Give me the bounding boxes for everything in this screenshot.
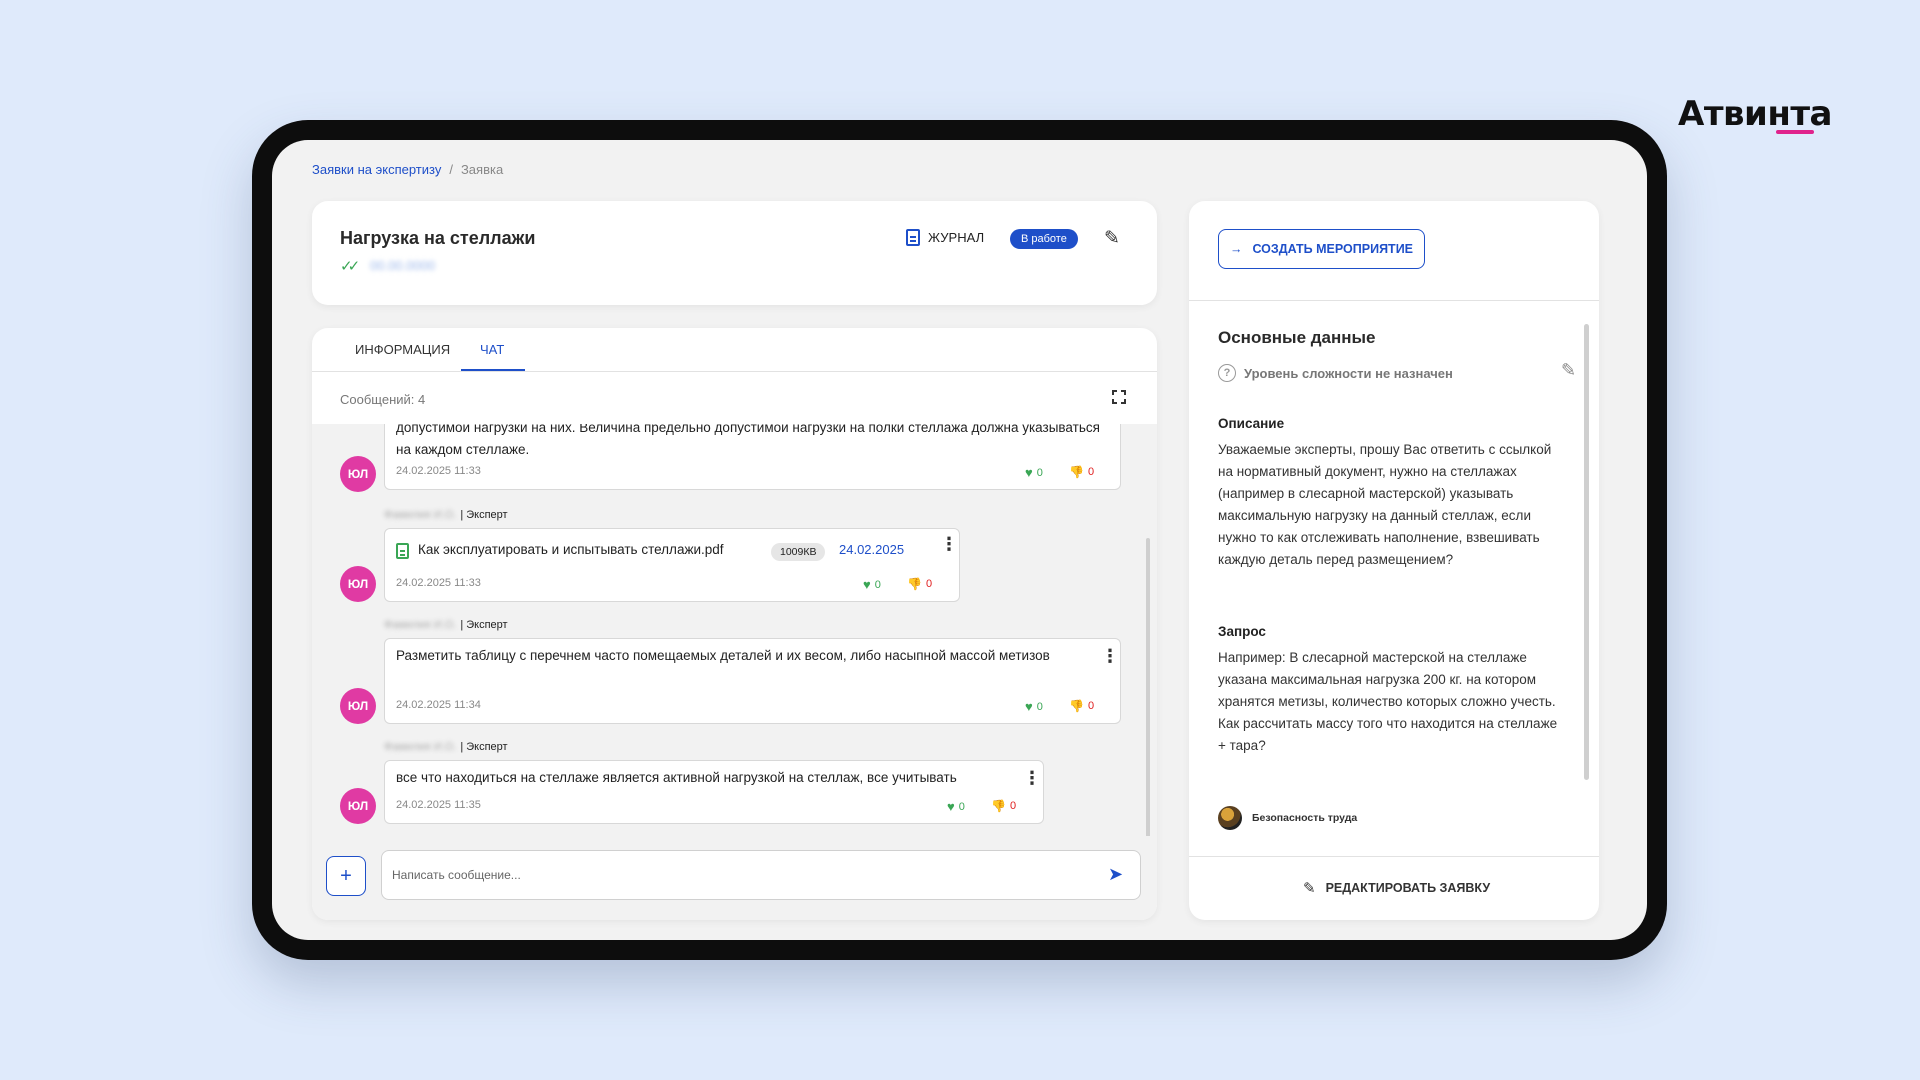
category-tag: Безопасность труда [1218,806,1357,830]
dislike-button[interactable]: 👎 0 [1069,699,1094,713]
file-size-badge: 1009КВ [771,543,826,561]
message-author: Фамилия И.О. | Эксперт [384,741,508,753]
message-text: допустимой нагрузки на них. Величина пре… [396,424,1100,457]
file-attachment-link[interactable]: Как эксплуатировать и испытывать стеллаж… [418,542,724,557]
more-vertical-icon[interactable]: ⋮ [1101,647,1119,665]
section-title: Основные данные [1218,328,1376,347]
plus-icon: + [340,864,352,887]
side-scrollbar[interactable] [1584,324,1589,780]
message-input[interactable] [381,850,1141,900]
pdf-file-icon [396,543,409,559]
dislike-button[interactable]: 👎 0 [1069,465,1094,479]
details-side-card: → СОЗДАТЬ МЕРОПРИЯТИЕ Основные данные ? … [1189,201,1599,920]
message-time: 24.02.2025 11:33 [396,577,481,589]
tab-active-indicator [461,369,525,371]
breadcrumb-separator: / [449,162,453,177]
more-vertical-icon[interactable]: ⋮ [940,535,958,553]
message-text: Разметить таблицу с перечнем часто помещ… [396,648,1050,663]
description-label: Описание [1218,416,1285,431]
journal-doc-icon [906,229,920,246]
edit-request-label: РЕДАКТИРОВАТЬ ЗАЯВКУ [1325,881,1491,895]
brand-logo: Атвинта [1678,94,1833,134]
tab-chat[interactable]: ЧАТ [480,342,504,357]
journal-label: ЖУРНАЛ [928,230,985,245]
create-event-label: СОЗДАТЬ МЕРОПРИЯТИЕ [1252,242,1414,256]
complexity-level: ? Уровень сложности не назначен [1218,364,1453,382]
question-circle-icon: ? [1218,364,1236,382]
message-time: 24.02.2025 11:33 [396,465,481,477]
message-time: 24.02.2025 11:35 [396,799,481,811]
attach-button[interactable]: + [326,856,366,896]
message-bubble: Как эксплуатировать и испытывать стеллаж… [384,528,960,602]
avatar: ЮЛ [340,688,376,724]
pencil-icon[interactable]: ✎ [1104,227,1120,250]
journal-button[interactable]: ЖУРНАЛ [906,229,984,246]
message-bubble: Разметить таблицу с перечнем часто помещ… [384,638,1121,724]
edit-request-button[interactable]: ✎ РЕДАКТИРОВАТЬ ЗАЯВКУ [1303,879,1490,897]
pencil-icon: ✎ [1303,880,1316,897]
message-composer: + ➤ [312,836,1157,920]
request-header-card: Нагрузка на стеллажи ✓✓ 00.00.0000 ЖУРНА… [312,201,1157,305]
message-bubble: допустимой нагрузки на них. Величина пре… [384,424,1121,490]
tab-bar: ИНФОРМАЦИЯ ЧАТ [312,328,1157,372]
create-event-button[interactable]: → СОЗДАТЬ МЕРОПРИЯТИЕ [1218,229,1425,269]
pencil-icon[interactable]: ✎ [1561,360,1576,381]
request-label: Запрос [1218,624,1266,639]
tab-information[interactable]: ИНФОРМАЦИЯ [355,342,450,357]
avatar: ЮЛ [340,456,376,492]
message-bubble: все что находиться на стеллаже является … [384,760,1044,824]
thumb-down-icon: 👎 [991,799,1006,813]
breadcrumb-parent-link[interactable]: Заявки на экспертизу [312,162,441,177]
message-author: Фамилия И.О. | Эксперт [384,619,508,631]
heart-icon: ♥ [863,577,871,592]
header-date: 00.00.0000 [370,258,436,273]
heart-icon: ♥ [1025,699,1033,714]
heart-icon: ♥ [947,799,955,814]
double-check-icon: ✓✓ [340,258,360,275]
avatar: ЮЛ [340,566,376,602]
message-author: Фамилия И.О. | Эксперт [384,509,508,521]
more-vertical-icon[interactable]: ⋮ [1023,769,1041,787]
breadcrumb: Заявки на экспертизу / Заявка [312,162,503,177]
like-button[interactable]: ♥ 0 [1025,465,1043,480]
heart-icon: ♥ [1025,465,1033,480]
breadcrumb-current: Заявка [460,162,504,177]
message-feed[interactable]: допустимой нагрузки на них. Величина пре… [312,424,1157,836]
thumb-down-icon: 👎 [907,577,922,591]
app-screen: Заявки на экспертизу / Заявка Нагрузка н… [272,140,1647,940]
file-date: 24.02.2025 [839,542,905,557]
category-avatar [1218,806,1242,830]
brand-underline [1776,130,1814,134]
thumb-down-icon: 👎 [1069,465,1084,479]
like-button[interactable]: ♥ 0 [947,799,965,814]
request-text: Например: В слесарной мастерской на стел… [1218,650,1558,753]
arrow-right-icon: → [1229,242,1243,256]
avatar: ЮЛ [340,788,376,824]
message-text: все что находиться на стеллаже является … [396,770,957,785]
send-icon[interactable]: ➤ [1108,864,1123,885]
status-badge: В работе [1010,229,1078,249]
tablet-frame: Заявки на экспертизу / Заявка Нагрузка н… [252,120,1667,960]
like-button[interactable]: ♥ 0 [1025,699,1043,714]
message-time: 24.02.2025 11:34 [396,699,481,711]
like-button[interactable]: ♥ 0 [863,577,881,592]
divider [1189,856,1599,857]
divider [1189,300,1599,301]
chat-scrollbar[interactable] [1146,538,1150,838]
category-text: Безопасность труда [1252,812,1358,824]
complexity-text: Уровень сложности не назначен [1244,365,1453,381]
message-count: Сообщений: 4 [340,392,426,407]
chat-card: ИНФОРМАЦИЯ ЧАТ Сообщений: 4 допустимой н… [312,328,1157,920]
thumb-down-icon: 👎 [1069,699,1084,713]
dislike-button[interactable]: 👎 0 [907,577,932,591]
dislike-button[interactable]: 👎 0 [991,799,1016,813]
fullscreen-icon[interactable] [1112,390,1126,404]
page-title: Нагрузка на стеллажи [340,228,536,248]
description-text: Уважаемые эксперты, прошу Вас ответить с… [1218,442,1552,567]
